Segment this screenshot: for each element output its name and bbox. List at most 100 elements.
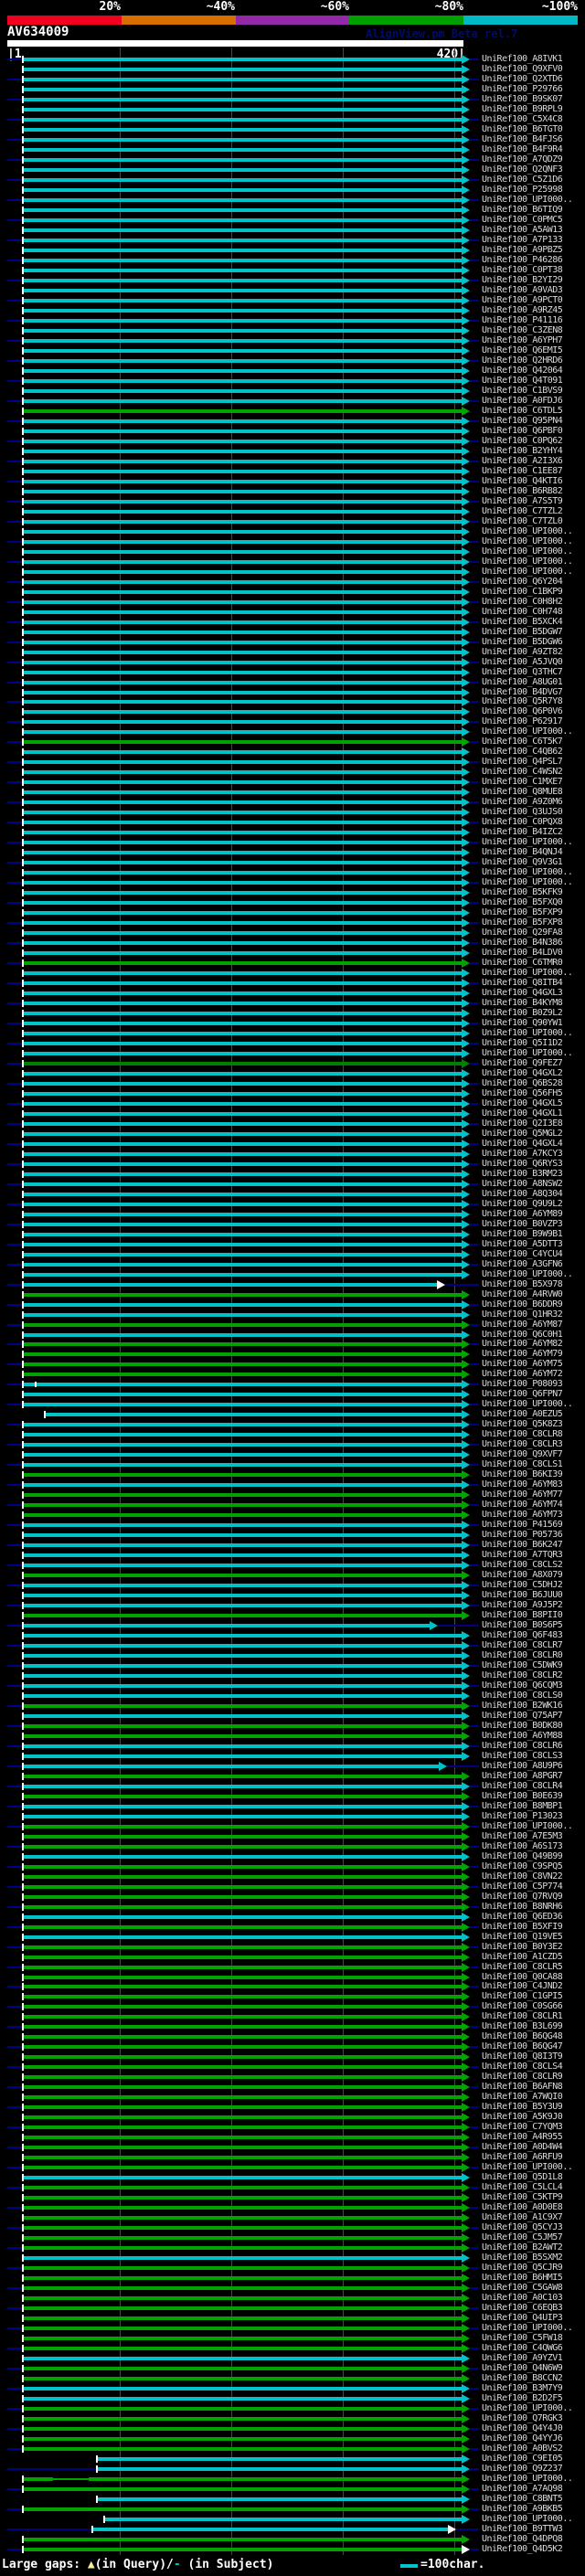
hit-label[interactable]: UniRef100_UPI000.. xyxy=(482,726,573,737)
hit-label[interactable]: UniRef100_A8IVK1 xyxy=(482,54,563,64)
hit-label[interactable]: UniRef100_A7TQR3 xyxy=(482,1550,563,1560)
hit-label[interactable]: UniRef100_B4F9R4 xyxy=(482,144,563,154)
alignment-row[interactable]: UniRef100_A0FDJ6 xyxy=(0,396,585,406)
hit-label[interactable]: UniRef100_Q5MGL2 xyxy=(482,1129,563,1139)
alignment-row[interactable]: UniRef100_Q6C0H1 xyxy=(0,1330,585,1340)
alignment-row[interactable]: UniRef100_A7QDZ9 xyxy=(0,154,585,165)
hit-label[interactable]: UniRef100_B6AFN8 xyxy=(482,2082,563,2092)
alignment-row[interactable]: UniRef100_Q3UJS0 xyxy=(0,807,585,818)
hit-label[interactable]: UniRef100_B8PII0 xyxy=(482,1610,563,1620)
hit-label[interactable]: UniRef100_UPI000.. xyxy=(482,968,573,978)
hit-label[interactable]: UniRef100_C8VN22 xyxy=(482,1871,563,1882)
hit-label[interactable]: UniRef100_B9TTW3 xyxy=(482,2524,563,2534)
alignment-row[interactable]: UniRef100_C8CLR7 xyxy=(0,1640,585,1651)
hit-label[interactable]: UniRef100_Q6ED36 xyxy=(482,1912,563,1922)
hit-label[interactable]: UniRef100_C5DHJ2 xyxy=(482,1580,563,1590)
hit-label[interactable]: UniRef100_C5GAW8 xyxy=(482,2283,563,2293)
hit-label[interactable]: UniRef100_B0S6P5 xyxy=(482,1620,563,1630)
alignment-row[interactable]: UniRef100_C8CLR2 xyxy=(0,1670,585,1680)
hit-label[interactable]: UniRef100_B4IZC2 xyxy=(482,827,563,837)
hit-label[interactable]: UniRef100_Q6RYS3 xyxy=(482,1159,563,1169)
hit-label[interactable]: UniRef100_Q4T091 xyxy=(482,376,563,386)
alignment-row[interactable]: UniRef100_UPI000.. xyxy=(0,195,585,206)
hit-label[interactable]: UniRef100_C8CLR2 xyxy=(482,1670,563,1680)
hit-label[interactable]: UniRef100_A0EZU5 xyxy=(482,1409,563,1419)
alignment-row[interactable]: UniRef100_B5X978 xyxy=(0,1279,585,1289)
hit-label[interactable]: UniRef100_P13023 xyxy=(482,1811,563,1821)
hit-label[interactable]: UniRef100_UPI000.. xyxy=(482,2514,573,2524)
hit-label[interactable]: UniRef100_A0BVS2 xyxy=(482,2443,563,2454)
alignment-row[interactable]: UniRef100_B4KYM8 xyxy=(0,998,585,1009)
hit-label[interactable]: UniRef100_C4YCU4 xyxy=(482,1249,563,1259)
alignment-row[interactable]: UniRef100_C5KTP9 xyxy=(0,2192,585,2203)
alignment-row[interactable]: UniRef100_A7S5T9 xyxy=(0,496,585,506)
hit-label[interactable]: UniRef100_C7YQM3 xyxy=(482,2122,563,2132)
alignment-row[interactable]: UniRef100_C8CLR5 xyxy=(0,1962,585,1972)
alignment-row[interactable]: UniRef100_Q8I3T9 xyxy=(0,2051,585,2062)
hit-label[interactable]: UniRef100_B3RM23 xyxy=(482,1169,563,1179)
hit-label[interactable]: UniRef100_Q4UIP3 xyxy=(482,2313,563,2323)
alignment-row[interactable]: UniRef100_B6K247 xyxy=(0,1540,585,1551)
hit-label[interactable]: UniRef100_Q5I1D2 xyxy=(482,1038,563,1048)
alignment-row[interactable]: UniRef100_C4WSN2 xyxy=(0,767,585,778)
alignment-row[interactable]: UniRef100_C5JM57 xyxy=(0,2232,585,2243)
alignment-row[interactable]: UniRef100_A7P133 xyxy=(0,235,585,246)
alignment-row[interactable]: UniRef100_C8CLR0 xyxy=(0,1650,585,1661)
hit-label[interactable]: UniRef100_Q6C0H1 xyxy=(482,1330,563,1340)
alignment-row[interactable]: UniRef100_Q8MUE8 xyxy=(0,787,585,798)
alignment-row[interactable]: UniRef100_B6JUU0 xyxy=(0,1590,585,1601)
alignment-row[interactable]: UniRef100_UPI000.. xyxy=(0,2474,585,2484)
hit-label[interactable]: UniRef100_UPI000.. xyxy=(482,1821,573,1831)
alignment-row[interactable]: UniRef100_Q5I1D2 xyxy=(0,1038,585,1048)
alignment-row[interactable]: UniRef100_C8VN22 xyxy=(0,1871,585,1882)
hit-label[interactable]: UniRef100_Q5CJR9 xyxy=(482,2263,563,2273)
alignment-row[interactable]: UniRef100_A1CZD5 xyxy=(0,1952,585,1962)
alignment-row[interactable]: UniRef100_C1MXE7 xyxy=(0,777,585,788)
alignment-row[interactable]: UniRef100_C9SPQ5 xyxy=(0,1861,585,1871)
alignment-row[interactable]: UniRef100_Q4GXL4 xyxy=(0,1139,585,1149)
hit-label[interactable]: UniRef100_A0D0E8 xyxy=(482,2202,563,2212)
alignment-row[interactable]: UniRef100_C8CLR4 xyxy=(0,1781,585,1791)
hit-label[interactable]: UniRef100_Q7RVQ9 xyxy=(482,1892,563,1902)
hit-label[interactable]: UniRef100_A4RVW0 xyxy=(482,1289,563,1299)
hit-label[interactable]: UniRef100_A5DTT3 xyxy=(482,1239,563,1249)
alignment-row[interactable]: UniRef100_UPI000.. xyxy=(0,1048,585,1058)
hit-label[interactable]: UniRef100_Q9XFV0 xyxy=(482,64,563,74)
hit-label[interactable]: UniRef100_C1BKP9 xyxy=(482,587,563,597)
hit-label[interactable]: UniRef100_B5DGW6 xyxy=(482,637,563,647)
alignment-row[interactable]: UniRef100_A7TQR3 xyxy=(0,1550,585,1561)
hit-label[interactable]: UniRef100_A6YM74 xyxy=(482,1500,563,1510)
hit-label[interactable]: UniRef100_B3M7Y9 xyxy=(482,2383,563,2393)
alignment-row[interactable]: UniRef100_Q4UIP3 xyxy=(0,2313,585,2323)
hit-label[interactable]: UniRef100_A9RZ45 xyxy=(482,305,563,315)
alignment-row[interactable]: UniRef100_A8U9P6 xyxy=(0,1761,585,1771)
alignment-row[interactable]: UniRef100_B4IZC2 xyxy=(0,827,585,838)
alignment-row[interactable]: UniRef100_UPI000.. xyxy=(0,1269,585,1279)
hit-label[interactable]: UniRef100_A9BKB5 xyxy=(482,2504,563,2514)
alignment-row[interactable]: UniRef100_A6YM75 xyxy=(0,1359,585,1370)
hit-label[interactable]: UniRef100_A1CZD5 xyxy=(482,1952,563,1962)
alignment-row[interactable]: UniRef100_C8CLS0 xyxy=(0,1691,585,1701)
alignment-row[interactable]: UniRef100_B0S6P5 xyxy=(0,1620,585,1631)
hit-label[interactable]: UniRef100_C8CLR5 xyxy=(482,1962,563,1972)
hit-label[interactable]: UniRef100_UPI000.. xyxy=(482,2403,573,2413)
hit-label[interactable]: UniRef100_Q2QNF3 xyxy=(482,164,563,175)
hit-label[interactable]: UniRef100_Q5R7Y8 xyxy=(482,696,563,706)
alignment-row[interactable]: UniRef100_C8CLR1 xyxy=(0,2011,585,2022)
alignment-row[interactable]: UniRef100_B6AFN8 xyxy=(0,2082,585,2093)
hit-label[interactable]: UniRef100_C5LCL4 xyxy=(482,2182,563,2192)
hit-label[interactable]: UniRef100_A6YM87 xyxy=(482,1320,563,1330)
hit-label[interactable]: UniRef100_Q5D1L8 xyxy=(482,2172,563,2182)
alignment-row[interactable]: UniRef100_UPI000.. xyxy=(0,2323,585,2333)
hit-label[interactable]: UniRef100_Q5K8Z3 xyxy=(482,1419,563,1429)
hit-label[interactable]: UniRef100_A7KCY3 xyxy=(482,1149,563,1159)
hit-label[interactable]: UniRef100_Q0CA88 xyxy=(482,1972,563,1982)
hit-label[interactable]: UniRef100_B8MBP1 xyxy=(482,1801,563,1811)
hit-label[interactable]: UniRef100_B5DGW7 xyxy=(482,627,563,637)
hit-label[interactable]: UniRef100_P08093 xyxy=(482,1379,563,1389)
hit-label[interactable]: UniRef100_Q19VE5 xyxy=(482,1932,563,1942)
alignment-row[interactable]: UniRef100_Q4GXL5 xyxy=(0,1098,585,1108)
alignment-row[interactable]: UniRef100_Q4N6W9 xyxy=(0,2363,585,2373)
hit-label[interactable]: UniRef100_B2D2F5 xyxy=(482,2393,563,2403)
hit-label[interactable]: UniRef100_C9EI05 xyxy=(482,2454,563,2464)
